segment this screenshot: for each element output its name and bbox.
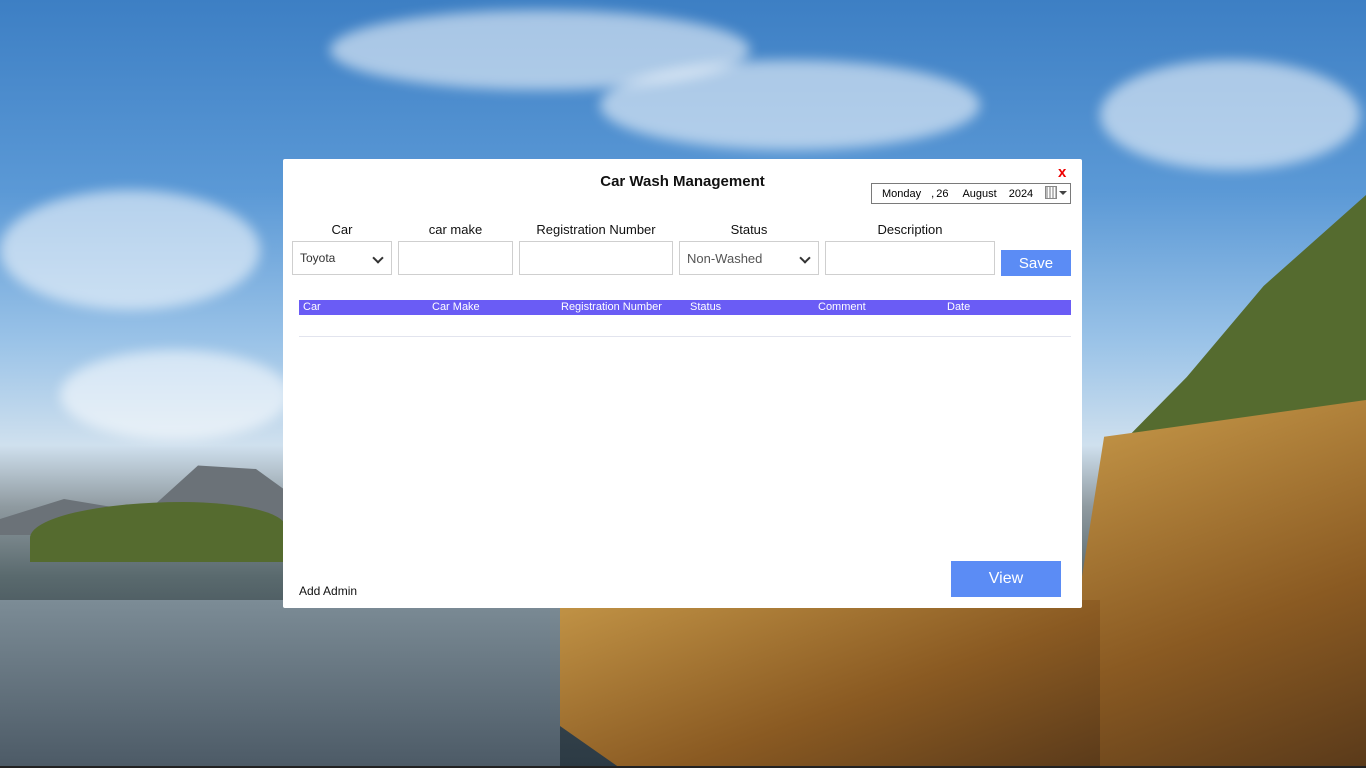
add-admin-link[interactable]: Add Admin [299,584,357,598]
grid-header: Car Car Make Registration Number Status … [299,300,1071,315]
car-select-value: Toyota [300,251,336,265]
date-dropdown-button[interactable] [1045,186,1067,199]
status-select-value: Non-Washed [687,250,763,266]
date-picker[interactable]: Monday , 26 August 2024 [871,183,1071,204]
car-select[interactable]: Toyota [292,241,392,275]
date-year[interactable]: 2024 [1009,188,1033,200]
car-label: Car [331,222,353,237]
column-header-registration-number[interactable]: Registration Number [561,301,662,313]
view-button[interactable]: View [951,561,1061,597]
description-input[interactable] [825,241,995,275]
registration-number-label: Registration Number [536,222,656,237]
date-day[interactable]: 26 [936,188,948,200]
column-header-car-make[interactable]: Car Make [432,301,480,313]
grid-divider [299,336,1071,337]
save-button[interactable]: Save [1001,250,1071,276]
close-button[interactable]: x [1058,164,1066,181]
column-header-status[interactable]: Status [690,301,721,313]
chevron-down-icon [799,252,811,264]
date-month[interactable]: August [962,188,996,200]
column-header-car[interactable]: Car [303,301,321,313]
description-label: Description [877,222,943,237]
chevron-down-icon [372,252,384,264]
registration-number-input[interactable] [519,241,673,275]
status-label: Status [730,222,768,237]
calendar-icon [1045,186,1057,199]
column-header-date[interactable]: Date [947,301,970,313]
column-header-comment[interactable]: Comment [818,301,866,313]
date-day-name[interactable]: Monday [882,188,921,200]
chevron-down-icon [1059,190,1067,195]
status-select[interactable]: Non-Washed [679,241,819,275]
car-make-input[interactable] [398,241,513,275]
car-make-label: car make [428,222,483,237]
car-wash-window: Car Wash Management x Monday , 26 August… [283,159,1082,608]
date-separator: , [931,187,935,200]
